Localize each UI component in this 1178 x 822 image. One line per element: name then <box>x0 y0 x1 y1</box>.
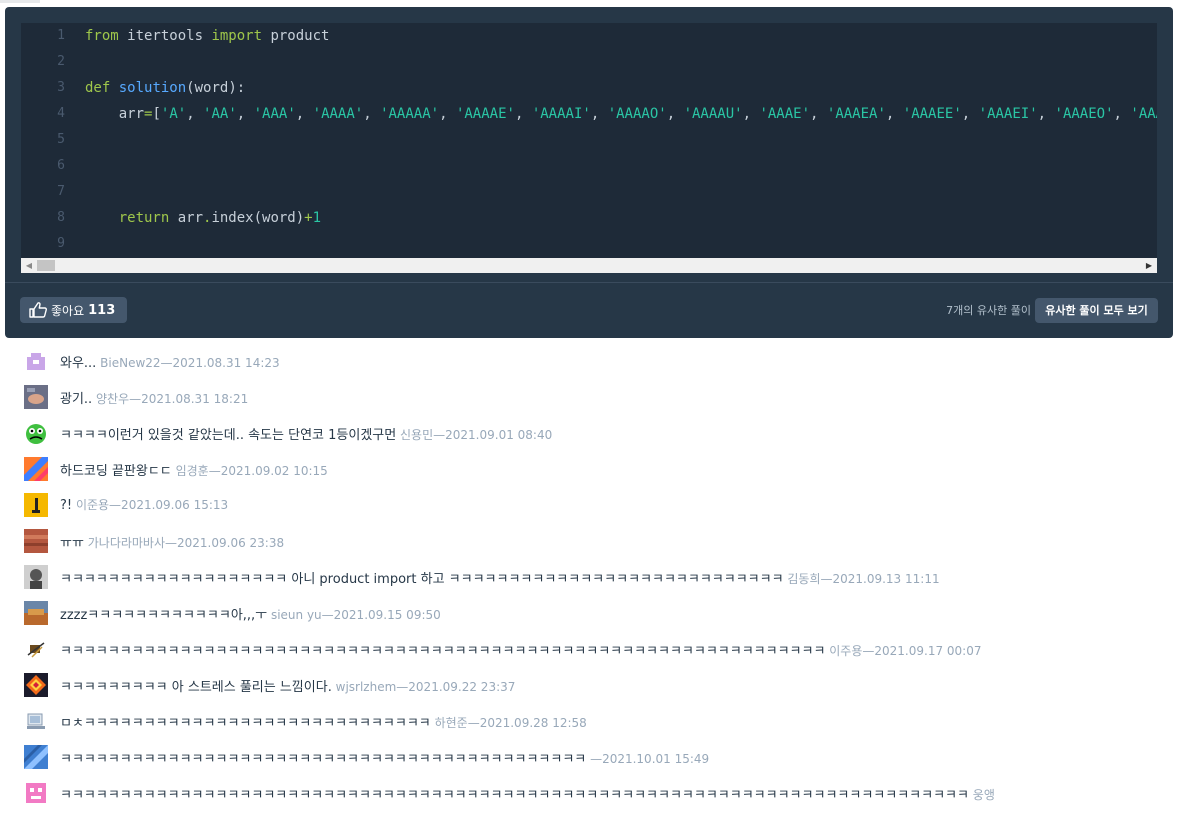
comment-meta: 신용민—2021.09.01 08:40 <box>396 428 553 442</box>
avatar[interactable] <box>24 421 48 445</box>
comment-content: 하드코딩 끝판왕ㄷㄷ 임경훈—2021.09.02 10:15 <box>60 460 328 479</box>
comment-content: ?! 이준용—2021.09.06 15:13 <box>60 496 228 513</box>
line-number: 9 <box>57 236 65 251</box>
comment-meta: 김동희—2021.09.13 11:11 <box>783 572 940 586</box>
line-number: 8 <box>57 210 65 225</box>
comment-item: ㅋㅋㅋㅋㅋㅋㅋㅋㅋㅋㅋㅋㅋㅋㅋㅋㅋㅋㅋ 아니 product import 하고… <box>24 558 1178 594</box>
like-count: 113 <box>88 302 116 318</box>
comment-meta: wjsrlzhem—2021.09.22 23:37 <box>331 680 516 694</box>
comment-meta: 임경훈—2021.09.02 10:15 <box>171 464 328 478</box>
comment-text: ㅋㅋㅋㅋㅋㅋㅋㅋㅋㅋㅋㅋㅋㅋㅋㅋㅋㅋㅋㅋㅋㅋㅋㅋㅋㅋㅋㅋㅋㅋㅋㅋㅋㅋㅋㅋㅋㅋㅋㅋ… <box>60 644 826 659</box>
line-number: 5 <box>57 132 65 147</box>
comment-item: zzzzㅋㅋㅋㅋㅋㅋㅋㅋㅋㅋㅋㅋ아,,,ㅜ sieun yu—2021.09.1… <box>24 594 1178 630</box>
similar-solutions-count: 7개의 유사한 풀이 <box>946 304 1031 317</box>
comment-content: 와우... BieNew22—2021.08.31 14:23 <box>60 352 280 371</box>
avatar[interactable] <box>24 493 48 517</box>
comment-text: ㅋㅋㅋㅋㅋㅋㅋㅋㅋ 아 스트레스 풀리는 느낌이다. <box>60 680 332 695</box>
comment-item: ㅋㅋㅋㅋㅋㅋㅋㅋㅋㅋㅋㅋㅋㅋㅋㅋㅋㅋㅋㅋㅋㅋㅋㅋㅋㅋㅋㅋㅋㅋㅋㅋㅋㅋㅋㅋㅋㅋㅋㅋ… <box>24 630 1178 666</box>
comment-text: ㅋㅋㅋㅋㅋㅋㅋㅋㅋㅋㅋㅋㅋㅋㅋㅋㅋㅋㅋㅋㅋㅋㅋㅋㅋㅋㅋㅋㅋㅋㅋㅋㅋㅋㅋㅋㅋㅋㅋㅋ… <box>60 752 587 767</box>
code-text: return arr.index(word)+1 <box>118 210 322 226</box>
comment-text: ㅋㅋㅋㅋㅋㅋㅋㅋㅋㅋㅋㅋㅋㅋㅋㅋㅋㅋㅋ 아니 product import 하고… <box>60 572 784 587</box>
avatar[interactable] <box>24 601 48 625</box>
line-number: 3 <box>57 80 65 95</box>
comment-item: 하드코딩 끝판왕ㄷㄷ 임경훈—2021.09.02 10:15 <box>24 450 1178 486</box>
thumbs-up-icon <box>29 302 47 318</box>
comment-content: ㅋㅋㅋㅋㅋㅋㅋㅋㅋㅋㅋㅋㅋㅋㅋㅋㅋㅋㅋ 아니 product import 하고… <box>60 568 940 587</box>
line-number: 6 <box>57 158 65 173</box>
horizontal-scrollbar[interactable]: ◀ ▶ <box>21 258 1157 273</box>
like-label: 좋아요 <box>51 303 85 318</box>
comment-text: ㅋㅋㅋㅋㅋㅋㅋㅋㅋㅋㅋㅋㅋㅋㅋㅋㅋㅋㅋㅋㅋㅋㅋㅋㅋㅋㅋㅋㅋㅋㅋㅋㅋㅋㅋㅋㅋㅋㅋㅋ… <box>60 788 969 803</box>
comment-item: ㅁㅊㅋㅋㅋㅋㅋㅋㅋㅋㅋㅋㅋㅋㅋㅋㅋㅋㅋㅋㅋㅋㅋㅋㅋㅋㅋㅋㅋㅋㅋ 하현준—2021… <box>24 702 1178 738</box>
scroll-right-arrow-icon[interactable]: ▶ <box>1144 258 1154 273</box>
comment-meta: 양찬우—2021.08.31 18:21 <box>92 392 249 406</box>
comment-text: ㅠㅠ <box>60 536 84 551</box>
comment-content: 광기.. 양찬우—2021.08.31 18:21 <box>60 388 248 407</box>
comment-item: ㅋㅋㅋㅋㅋㅋㅋㅋㅋ 아 스트레스 풀리는 느낌이다. wjsrlzhem—202… <box>24 666 1178 702</box>
avatar[interactable] <box>24 745 48 769</box>
scroll-thumb[interactable] <box>37 260 55 271</box>
comment-text: ㅋㅋㅋㅋ이런거 있을것 같았는데.. 속도는 단연코 1등이겠구먼 <box>60 428 397 443</box>
code-viewer: 1 from itertools import product 2 3 def solu… <box>21 23 1157 259</box>
avatar[interactable] <box>24 673 48 697</box>
line-number: 1 <box>57 28 65 43</box>
comment-meta: —2021.10.01 15:49 <box>586 752 710 766</box>
comment-meta: 이준용—2021.09.06 15:13 <box>72 498 229 512</box>
comment-content: ㅋㅋㅋㅋㅋㅋㅋㅋㅋㅋㅋㅋㅋㅋㅋㅋㅋㅋㅋㅋㅋㅋㅋㅋㅋㅋㅋㅋㅋㅋㅋㅋㅋㅋㅋㅋㅋㅋㅋㅋ… <box>60 640 982 659</box>
line-number: 2 <box>57 54 65 69</box>
comment-meta: BieNew22—2021.08.31 14:23 <box>96 356 280 370</box>
comment-content: ㅋㅋㅋㅋㅋㅋㅋㅋㅋㅋㅋㅋㅋㅋㅋㅋㅋㅋㅋㅋㅋㅋㅋㅋㅋㅋㅋㅋㅋㅋㅋㅋㅋㅋㅋㅋㅋㅋㅋㅋ… <box>60 784 995 803</box>
comment-text: zzzzㅋㅋㅋㅋㅋㅋㅋㅋㅋㅋㅋㅋ아,,,ㅜ <box>60 608 268 623</box>
avatar[interactable] <box>24 349 48 373</box>
scroll-left-arrow-icon[interactable]: ◀ <box>24 258 34 273</box>
comment-item: ㅋㅋㅋㅋㅋㅋㅋㅋㅋㅋㅋㅋㅋㅋㅋㅋㅋㅋㅋㅋㅋㅋㅋㅋㅋㅋㅋㅋㅋㅋㅋㅋㅋㅋㅋㅋㅋㅋㅋㅋ… <box>24 774 1178 810</box>
top-strip <box>0 0 40 3</box>
avatar[interactable] <box>24 709 48 733</box>
comment-item: ?! 이준용—2021.09.06 15:13 <box>24 486 1178 522</box>
comment-meta: 웅앵 <box>968 788 995 802</box>
avatar[interactable] <box>24 781 48 805</box>
comment-text: 와우... <box>60 356 97 371</box>
comment-item: ㅋㅋㅋㅋ이런거 있을것 같았는데.. 속도는 단연코 1등이겠구먼 신용민—20… <box>24 414 1178 450</box>
comment-meta: sieun yu—2021.09.15 09:50 <box>267 608 441 622</box>
comment-meta: 이주용—2021.09.17 00:07 <box>825 644 982 658</box>
avatar[interactable] <box>24 529 48 553</box>
comment-meta: 가나다라마바사—2021.09.06 23:38 <box>83 536 285 550</box>
comment-content: ㅋㅋㅋㅋ이런거 있을것 같았는데.. 속도는 단연코 1등이겠구먼 신용민—20… <box>60 424 552 443</box>
comment-item: 와우... BieNew22—2021.08.31 14:23 <box>24 342 1178 378</box>
comment-item: ㅠㅠ 가나다라마바사—2021.09.06 23:38 <box>24 522 1178 558</box>
comment-content: ㅠㅠ 가나다라마바사—2021.09.06 23:38 <box>60 532 284 551</box>
comment-content: ㅋㅋㅋㅋㅋㅋㅋㅋㅋㅋㅋㅋㅋㅋㅋㅋㅋㅋㅋㅋㅋㅋㅋㅋㅋㅋㅋㅋㅋㅋㅋㅋㅋㅋㅋㅋㅋㅋㅋㅋ… <box>60 748 709 767</box>
comment-item: 광기.. 양찬우—2021.08.31 18:21 <box>24 378 1178 414</box>
code-text: from itertools import product <box>85 28 330 44</box>
comment-text: 하드코딩 끝판왕ㄷㄷ <box>60 464 172 479</box>
card-divider <box>5 282 1173 283</box>
comment-text: 광기.. <box>60 392 93 407</box>
comment-item: ㅋㅋㅋㅋㅋㅋㅋㅋㅋㅋㅋㅋㅋㅋㅋㅋㅋㅋㅋㅋㅋㅋㅋㅋㅋㅋㅋㅋㅋㅋㅋㅋㅋㅋㅋㅋㅋㅋㅋㅋ… <box>24 738 1178 774</box>
avatar[interactable] <box>24 637 48 661</box>
avatar[interactable] <box>24 565 48 589</box>
comment-content: zzzzㅋㅋㅋㅋㅋㅋㅋㅋㅋㅋㅋㅋ아,,,ㅜ sieun yu—2021.09.1… <box>60 604 441 623</box>
code-text: arr=['A', 'AA', 'AAA', 'AAAA', 'AAAAA', … <box>85 106 1157 122</box>
line-number: 4 <box>57 106 65 121</box>
comment-text: ?! <box>60 498 73 513</box>
avatar[interactable] <box>24 457 48 481</box>
comment-text: ㅁㅊㅋㅋㅋㅋㅋㅋㅋㅋㅋㅋㅋㅋㅋㅋㅋㅋㅋㅋㅋㅋㅋㅋㅋㅋㅋㅋㅋㅋㅋ <box>60 716 431 731</box>
code-text: def solution(word): <box>85 80 246 96</box>
comment-content: ㅁㅊㅋㅋㅋㅋㅋㅋㅋㅋㅋㅋㅋㅋㅋㅋㅋㅋㅋㅋㅋㅋㅋㅋㅋㅋㅋㅋㅋㅋㅋ 하현준—2021… <box>60 712 587 731</box>
like-button[interactable]: 좋아요 113 <box>20 297 127 323</box>
avatar[interactable] <box>24 385 48 409</box>
view-similar-solutions-button[interactable]: 유사한 풀이 모두 보기 <box>1035 298 1158 323</box>
comment-content: ㅋㅋㅋㅋㅋㅋㅋㅋㅋ 아 스트레스 풀리는 느낌이다. wjsrlzhem—202… <box>60 676 515 695</box>
line-number: 7 <box>57 184 65 199</box>
comment-meta: 하현준—2021.09.28 12:58 <box>430 716 587 730</box>
